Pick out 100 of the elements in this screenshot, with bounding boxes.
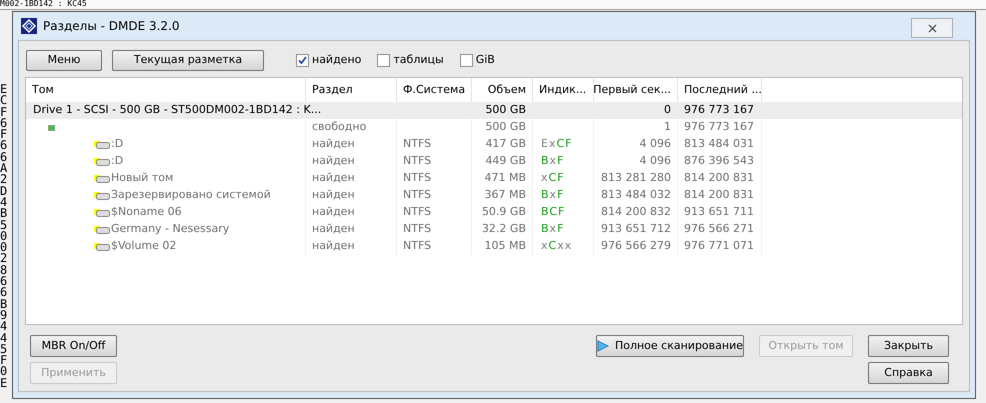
table-cell-text: 813 484 031: [684, 136, 754, 152]
volume-name: Зарезервировано системой: [111, 187, 271, 204]
close-dialog-button[interactable]: Закрыть: [868, 335, 949, 357]
table-row[interactable]: Drive 1 - SCSI - 500 GB - ST500DM002-1BD142 : K... 500 GB 0 976 773 167: [26, 102, 962, 119]
table-cell-text: 500 GB: [485, 119, 526, 136]
console-text: F: [0, 129, 8, 140]
table-cell-text: NTFS: [403, 136, 432, 152]
console-text: E: [0, 84, 8, 96]
volume-icon: [94, 140, 110, 148]
console-text: D: [0, 186, 8, 197]
table-cell-text: 813 281 280: [601, 170, 671, 186]
table-cell-text: 913 651 712: [601, 221, 671, 238]
console-text: F: [0, 106, 8, 118]
table-cell-text: найден: [312, 204, 355, 220]
table-cell-text: 417 GB: [485, 136, 526, 152]
table-cell-text: 976 773 167: [684, 102, 754, 118]
table-cell-text: найден: [312, 170, 355, 186]
table-row[interactable]: Зарезервировано системой найден NTFS 367 MB Bx F 813 484 032 814 200 831: [26, 187, 962, 204]
console-text: 2: [0, 174, 8, 186]
table-row[interactable]: $Volume 02 найден NTFS 105 MB xCxx 976 566 279 976 771 071: [26, 238, 962, 255]
volume-name: :D: [111, 153, 124, 170]
console-text: M002-1BD142 : KC45: [0, 0, 87, 8]
volume-icon: [94, 226, 110, 234]
table-cell-text: 814 200 831: [684, 187, 754, 204]
console-text: C: [0, 95, 8, 107]
checkbox[interactable]: [296, 54, 309, 66]
checkbox-label: таблицы: [393, 52, 444, 68]
indicator-text: BC F: [540, 204, 566, 220]
console-text: F: [0, 355, 8, 366]
layout-button[interactable]: Текущая разметка: [112, 50, 264, 70]
table-row[interactable]: :D найден NTFS 417 GB ExCF 4 096 813 484 031: [26, 136, 962, 153]
table-cell-text: 500 GB: [485, 102, 526, 118]
play-icon: [597, 339, 609, 353]
table-cell-text: 976 566 271: [684, 221, 754, 238]
indicator-text: xCxx: [540, 238, 572, 254]
volume-icon: [94, 208, 110, 216]
table-cell-text: 813 484 032: [601, 187, 671, 204]
volume-name: Новый том: [111, 170, 174, 186]
volume-icon: [94, 192, 110, 200]
console-text: 6: [0, 118, 8, 130]
console-text: 4: [0, 196, 8, 208]
menu-button[interactable]: Меню: [26, 50, 102, 70]
table-cell-text: 449 GB: [485, 153, 526, 170]
table-cell-text: 913 651 711: [684, 204, 754, 220]
table-cell-text: NTFS: [403, 187, 432, 204]
indicator-text: Bx F: [540, 221, 564, 238]
close-icon: [928, 24, 936, 32]
table-cell-text: найден: [312, 238, 355, 254]
console-text: 0: [0, 242, 8, 254]
mbr-toggle-button[interactable]: MBR On/Off: [30, 335, 117, 357]
console-text: B: [0, 208, 8, 220]
table-row[interactable]: Новый том найден NTFS 471 MB xCF 813 281 280 814 200 831: [26, 170, 962, 187]
checkbox-label: найдено: [312, 52, 362, 68]
indicator-text: Bx F: [540, 153, 564, 170]
table-cell-text: 4 096: [640, 136, 671, 152]
table-cell-text: 50.9 GB: [482, 204, 526, 220]
table-cell-text: свободно: [312, 119, 366, 136]
volume-name: Germany - Nesessary: [111, 221, 230, 238]
app-logo-icon: [21, 18, 37, 34]
table-cell-text: 1: [664, 119, 671, 136]
table-cell-text: 367 MB: [484, 187, 526, 204]
console-text: 6: [0, 140, 8, 152]
close-button[interactable]: [911, 18, 953, 38]
table-cell-text: NTFS: [403, 238, 432, 254]
table-cell-text: 814 200 831: [684, 170, 754, 186]
console-text: 0: [0, 366, 8, 378]
console-text: 0: [0, 230, 8, 242]
console-text: B: [0, 298, 8, 310]
volume-name: $Noname 06: [111, 204, 182, 220]
table-row[interactable]: Germany - Nesessary найден NTFS 32.2 GB Bx F 913 651 712 976 566 271: [26, 221, 962, 238]
table-cell-text: NTFS: [403, 153, 432, 170]
free-space-icon: [48, 124, 55, 130]
checkbox[interactable]: [460, 54, 473, 66]
console-text: 5: [0, 220, 8, 231]
console-text: A: [0, 163, 8, 174]
console-text: 6: [0, 152, 8, 164]
console-text: 6: [0, 287, 8, 299]
table-cell-text: 976 773 167: [684, 119, 754, 136]
table-cell-text: найден: [312, 153, 355, 170]
console-text: 2: [0, 253, 8, 265]
checkbox[interactable]: [377, 54, 390, 66]
full-scan-button[interactable]: Полное сканирование: [596, 335, 744, 357]
table-row[interactable]: $Noname 06 найден NTFS 50.9 GB BC F 814 200 832 913 651 711: [26, 204, 962, 221]
checkbox-label: GiB: [476, 52, 495, 68]
table-cell-text: 4 096: [640, 153, 671, 170]
table-cell-text: 0: [664, 102, 671, 118]
table-cell-text: 471 MB: [484, 170, 526, 186]
volume-name: Drive 1 - SCSI - 500 GB - ST500DM002-1BD142 : K...: [33, 102, 322, 118]
help-button[interactable]: Справка: [868, 362, 949, 384]
console-text: 6: [0, 276, 8, 288]
console-text: 8: [0, 264, 8, 276]
indicator-text: ExCF: [540, 136, 572, 152]
console-text: 4: [0, 321, 8, 333]
table-cell-text: 976 566 279: [601, 238, 671, 254]
volume-icon: [94, 242, 110, 250]
volume-icon: [94, 158, 110, 166]
table-cell-text: найден: [312, 221, 355, 238]
table-row[interactable]: :D найден NTFS 449 GB Bx F 4 096 876 396 543: [26, 153, 962, 170]
table-row[interactable]: свободно 500 GB 1 976 773 167: [26, 119, 962, 136]
volume-icon: [94, 174, 110, 182]
